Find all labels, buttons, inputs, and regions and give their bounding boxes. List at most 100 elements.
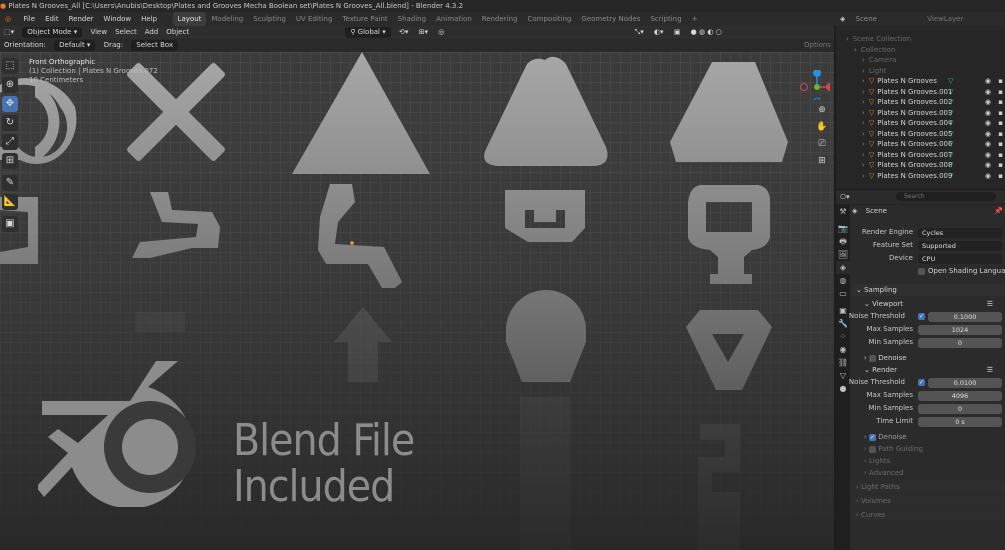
expand-arrow-icon[interactable]: › bbox=[862, 67, 865, 75]
expand-arrow-icon[interactable]: › bbox=[862, 56, 865, 64]
viewport-max-samples-field[interactable]: 1024 bbox=[918, 324, 1002, 335]
render-max-samples-field[interactable]: 4096 bbox=[918, 390, 1002, 401]
presets-list-icon[interactable]: ☰ bbox=[987, 298, 993, 310]
render-camera-icon[interactable]: ▪ bbox=[998, 171, 1003, 182]
properties-editor-icon[interactable]: ⎔▾ bbox=[836, 190, 854, 204]
scene-label[interactable]: Scene bbox=[852, 12, 881, 26]
modifier-data-icon[interactable]: ▽ bbox=[948, 108, 953, 119]
menu-window[interactable]: Window bbox=[99, 12, 137, 26]
properties-search-input[interactable]: Search bbox=[896, 192, 996, 201]
expand-arrow-icon[interactable]: › bbox=[862, 151, 865, 159]
expand-arrow-icon[interactable]: › bbox=[862, 88, 865, 96]
scale-icon[interactable]: ⤢ bbox=[2, 134, 18, 150]
expand-arrow-icon[interactable]: › bbox=[862, 109, 865, 117]
camera-view-icon[interactable]: ⎚ bbox=[816, 138, 828, 150]
workspace-tab-rendering[interactable]: Rendering bbox=[477, 12, 523, 26]
transform-icon[interactable]: ⊞ bbox=[2, 153, 18, 169]
scene-tab-icon[interactable]: ◈ bbox=[836, 261, 850, 274]
visibility-eye-icon[interactable]: ◉ bbox=[985, 108, 991, 119]
viewport-min-samples-field[interactable]: 0 bbox=[918, 337, 1002, 348]
options-button[interactable]: Options bbox=[800, 39, 835, 52]
drag-dropdown[interactable]: Select Box bbox=[131, 40, 179, 51]
view-layer-label[interactable]: ViewLayer bbox=[923, 12, 967, 26]
render-engine-dropdown[interactable]: Cycles bbox=[918, 227, 1002, 238]
render-camera-icon[interactable]: ▪ bbox=[998, 97, 1003, 108]
render-subpanel-header[interactable]: ⌄ Render ☰ bbox=[852, 364, 1005, 376]
outliner-item[interactable]: › ▽ Plates N Grooves.002 ▽ ◉ ▪ bbox=[836, 97, 1005, 108]
blender-menu-icon[interactable]: ◎ bbox=[0, 12, 16, 26]
pivot-icon[interactable]: ⟲▾ bbox=[395, 26, 412, 39]
viewport-denoise-header[interactable]: › Denoise bbox=[852, 352, 1005, 364]
outliner-item[interactable]: › ▽ Plates N Grooves.005 ▽ ◉ ▪ bbox=[836, 129, 1005, 140]
visibility-eye-icon[interactable]: ◉ bbox=[985, 76, 991, 87]
advanced-header[interactable]: › Advanced bbox=[852, 467, 1005, 479]
render-camera-icon[interactable]: ▪ bbox=[998, 76, 1003, 87]
modifier-data-icon[interactable]: ▽ bbox=[948, 150, 953, 161]
expand-arrow-icon[interactable]: › bbox=[862, 77, 865, 85]
modifier-data-icon[interactable]: ▽ bbox=[948, 87, 953, 98]
expand-arrow-icon[interactable]: › bbox=[862, 140, 865, 148]
sampling-panel-header[interactable]: ⌄ Sampling bbox=[852, 284, 1005, 296]
output-tab-icon[interactable]: 🖶 bbox=[836, 235, 850, 248]
perspective-grid-icon[interactable]: ⊞ bbox=[816, 155, 828, 167]
viewport-menu-object[interactable]: Object bbox=[162, 26, 193, 39]
workspace-tab-scripting[interactable]: Scripting bbox=[645, 12, 686, 26]
select-box-icon[interactable]: ⬚ bbox=[2, 58, 18, 74]
render-denoise-header[interactable]: › ✓ Denoise bbox=[852, 431, 1005, 443]
expand-arrow-icon[interactable]: › bbox=[862, 161, 865, 169]
modifier-data-icon[interactable]: ▽ bbox=[948, 118, 953, 129]
expand-arrow-icon[interactable]: › bbox=[854, 46, 857, 54]
zoom-icon[interactable]: ⊕ bbox=[816, 104, 828, 116]
visibility-eye-icon[interactable]: ◉ bbox=[985, 118, 991, 129]
modifier-data-icon[interactable]: ▽ bbox=[948, 97, 953, 108]
outliner-item[interactable]: › ▽ Plates N Grooves.006 ▽ ◉ ▪ bbox=[836, 139, 1005, 150]
outliner-item[interactable]: › Collection bbox=[836, 45, 1005, 56]
gizmo-toggle-icon[interactable]: ⤡▾ bbox=[631, 26, 648, 39]
workspace-tab-shading[interactable]: Shading bbox=[393, 12, 431, 26]
view-layer-tab-icon[interactable]: 🖼 bbox=[836, 248, 850, 261]
overlay-toggle-icon[interactable]: ◐▾ bbox=[650, 26, 668, 39]
menu-file[interactable]: File bbox=[18, 12, 40, 26]
visibility-eye-icon[interactable]: ◉ bbox=[985, 97, 991, 108]
pan-hand-icon[interactable]: ✋ bbox=[816, 121, 828, 133]
workspace-tab-animation[interactable]: Animation bbox=[431, 12, 477, 26]
3d-viewport[interactable]: Blend File Included bbox=[0, 52, 834, 550]
modifier-data-icon[interactable]: ▽ bbox=[948, 139, 953, 150]
viewport-noise-threshold-field[interactable]: 0.1000 bbox=[928, 311, 1002, 322]
open-shading-checkbox[interactable] bbox=[918, 265, 925, 278]
workspace-tab-uv-editing[interactable]: UV Editing bbox=[291, 12, 338, 26]
viewport-noise-checkbox[interactable]: ✓ bbox=[918, 310, 925, 323]
outliner-item[interactable]: › ▽ Plates N Grooves ▽ ◉ ▪ bbox=[836, 76, 1005, 87]
modifier-data-icon[interactable]: ▽ bbox=[948, 129, 953, 140]
outliner-item[interactable]: › ▽ Plates N Grooves.008 ▽ ◉ ▪ bbox=[836, 160, 1005, 171]
render-camera-icon[interactable]: ▪ bbox=[998, 129, 1003, 140]
device-dropdown[interactable]: CPU bbox=[918, 253, 1002, 264]
render-camera-icon[interactable]: ▪ bbox=[998, 118, 1003, 129]
expand-arrow-icon[interactable]: › bbox=[862, 172, 865, 180]
workspace-tab-layout[interactable]: Layout bbox=[172, 12, 207, 26]
render-noise-threshold-field[interactable]: 0.0100 bbox=[928, 377, 1002, 388]
outliner-item[interactable]: › Scene Collection bbox=[836, 34, 1005, 45]
visibility-eye-icon[interactable]: ◉ bbox=[985, 129, 991, 140]
workspace-tab-modeling[interactable]: Modeling bbox=[206, 12, 248, 26]
render-camera-icon[interactable]: ▪ bbox=[998, 87, 1003, 98]
viewport-menu-add[interactable]: Add bbox=[141, 26, 163, 39]
expand-arrow-icon[interactable]: › bbox=[862, 98, 865, 106]
move-icon[interactable]: ✥ bbox=[2, 96, 18, 112]
curves-header[interactable]: › Curves bbox=[852, 509, 1005, 521]
xray-toggle-icon[interactable]: ▣ bbox=[670, 26, 685, 39]
expand-arrow-icon[interactable]: › bbox=[846, 35, 849, 43]
measure-icon[interactable]: 📐 bbox=[2, 194, 18, 210]
transform-orientation-dropdown[interactable]: ⚲ Global ▾ bbox=[345, 27, 391, 38]
proportional-edit-icon[interactable]: ◎ bbox=[434, 26, 448, 39]
workspace-tab-compositing[interactable]: Compositing bbox=[523, 12, 577, 26]
visibility-eye-icon[interactable]: ◉ bbox=[985, 160, 991, 171]
render-camera-icon[interactable]: ▪ bbox=[998, 108, 1003, 119]
render-min-samples-field[interactable]: 0 bbox=[918, 403, 1002, 414]
world-tab-icon[interactable]: ◍ bbox=[836, 274, 850, 287]
time-limit-field[interactable]: 0 s bbox=[918, 416, 1002, 427]
add-cube-icon[interactable]: ▣ bbox=[2, 216, 18, 232]
cursor-icon[interactable]: ⊕ bbox=[2, 77, 18, 93]
volumes-header[interactable]: › Volumes bbox=[852, 495, 1005, 507]
outliner-item[interactable]: › ▽ Plates N Grooves.001 ▽ ◉ ▪ bbox=[836, 87, 1005, 98]
